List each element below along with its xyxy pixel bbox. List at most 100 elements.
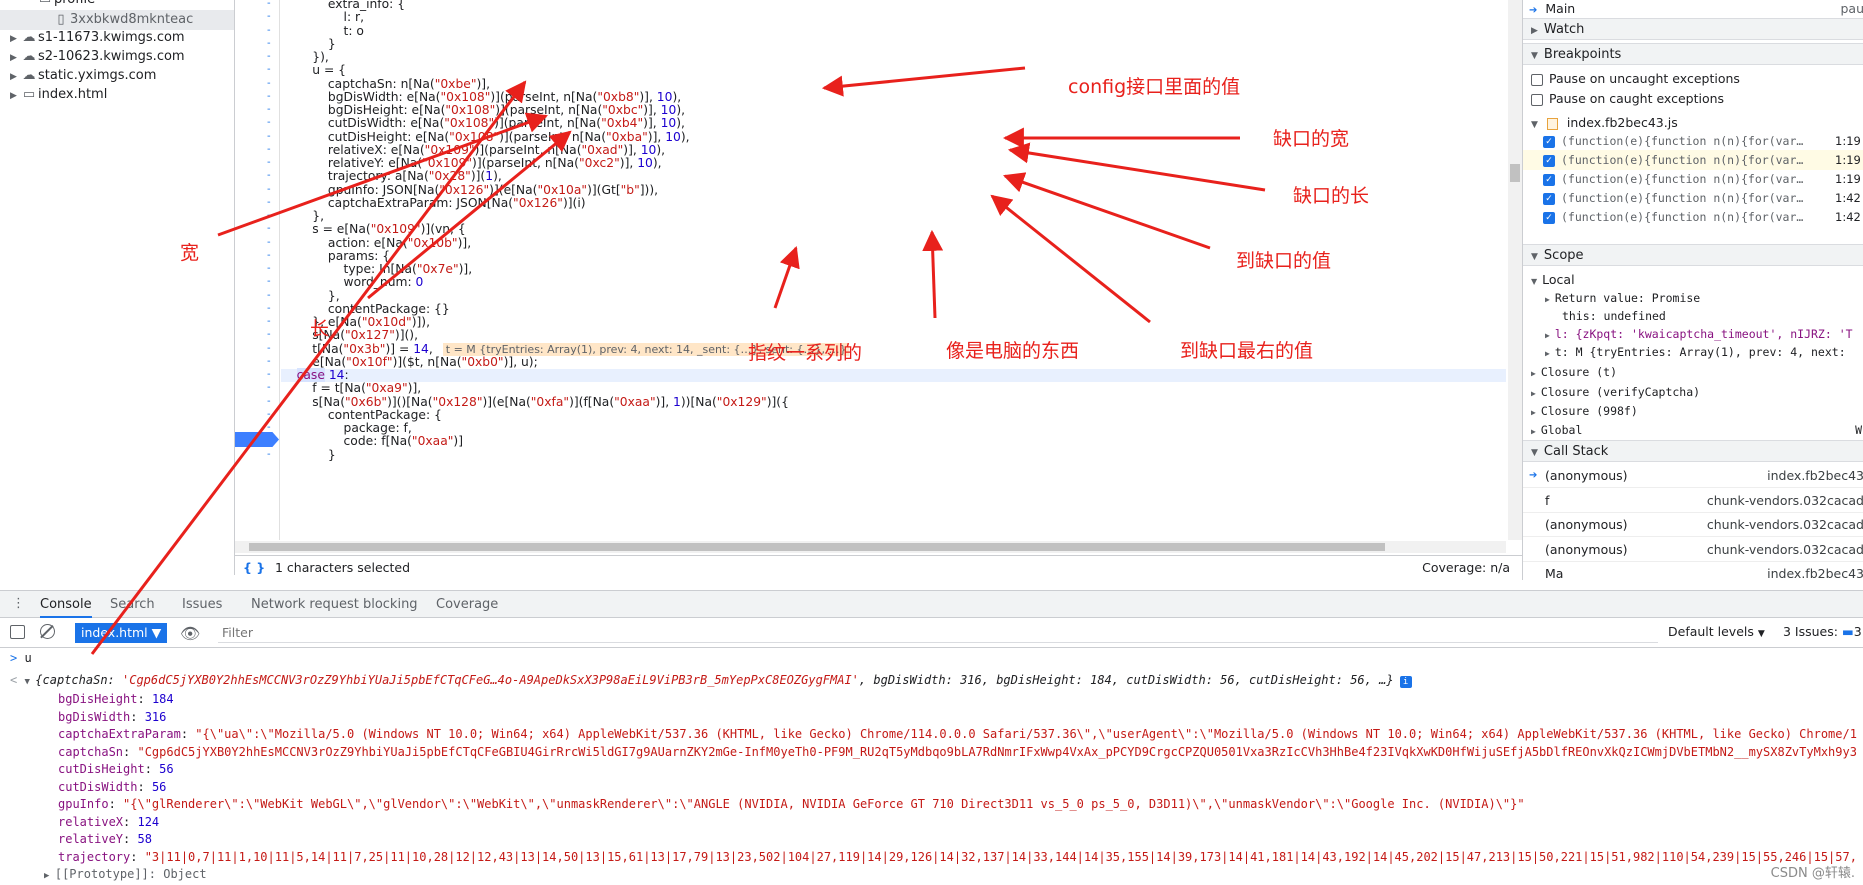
scope-item[interactable]: ▶ l: {zKpqt: 'kwaicaptcha_timeout', nIJRZ… (1523, 324, 1863, 344)
line-marker[interactable]: - (267, 276, 271, 287)
console-property[interactable]: gpuInfo: "{\"glRenderer\":\"WebKit WebGL… (58, 796, 1525, 813)
checkbox-checked[interactable]: ✓ (1543, 211, 1555, 224)
checkbox[interactable] (1531, 93, 1543, 106)
line-marker[interactable]: - (267, 396, 271, 407)
scope-item[interactable]: ▼ Local (1523, 270, 1863, 290)
scope-item[interactable]: ▶ Closure (verifyCaptcha) (1523, 382, 1863, 402)
expand-triangle-icon[interactable]: ▶ (10, 86, 20, 106)
console-property[interactable]: cutDisWidth: 56 (58, 779, 166, 796)
line-marker[interactable]: - (267, 449, 271, 460)
expand-triangle-icon[interactable]: ▶ (10, 29, 20, 49)
expand-triangle-icon[interactable]: ▶ (1545, 295, 1550, 304)
tree-item[interactable]: ▶ ☁ static.yximgs.com (10, 66, 156, 86)
pretty-print-button[interactable]: { } (243, 556, 265, 580)
info-icon[interactable]: i (1399, 676, 1412, 688)
line-gutter[interactable]: ----------------------------------- (235, 0, 280, 540)
line-marker[interactable]: - (267, 409, 271, 420)
scroll-thumb[interactable] (249, 543, 1385, 551)
tree-item[interactable]: ▭profile (26, 0, 95, 10)
call-frame[interactable]: ➔ (anonymous) index.fb2bec43 (1523, 464, 1863, 488)
issues-counter[interactable]: 3 Issues: ▬3 (1783, 624, 1862, 639)
breakpoints-section-header[interactable]: ▼ Breakpoints (1523, 43, 1863, 65)
paused-line-marker[interactable] (235, 432, 279, 447)
expand-triangle-icon[interactable]: ▶ (44, 871, 55, 881)
console-property[interactable]: cutDisHeight: 56 (58, 761, 174, 778)
console-property[interactable]: relativeX: 124 (58, 814, 159, 831)
expand-triangle-icon[interactable]: ▶ (1531, 408, 1536, 417)
line-marker[interactable]: - (267, 356, 271, 367)
tree-item[interactable]: ▶ ☁ s1-11673.kwimgs.com (10, 28, 185, 48)
collapse-triangle-icon[interactable]: ▼ (1531, 277, 1537, 286)
line-marker[interactable]: - (267, 316, 271, 327)
scope-item[interactable]: ▶ Return value: Promise (1523, 288, 1863, 308)
line-marker[interactable]: - (267, 184, 271, 195)
source-editor[interactable]: ----------------------------------- extr… (235, 0, 1522, 555)
clear-console-icon[interactable] (40, 624, 55, 639)
line-marker[interactable]: - (267, 197, 271, 208)
console-property[interactable]: bgDisWidth: 316 (58, 709, 166, 726)
line-marker[interactable]: - (267, 382, 271, 393)
line-marker[interactable]: - (267, 91, 271, 102)
expand-triangle-icon[interactable]: ▶ (10, 67, 20, 87)
expand-triangle-icon[interactable]: ▶ (1545, 349, 1550, 358)
watch-section-header[interactable]: ▶ Watch (1523, 18, 1863, 40)
line-marker[interactable]: - (267, 78, 271, 89)
line-marker[interactable]: - (267, 117, 271, 128)
console-property[interactable]: relativeY: 58 (58, 831, 152, 848)
drawer-menu-icon[interactable]: ⋮ (12, 596, 25, 611)
tree-item[interactable]: ▶ ☁ s2-10623.kwimgs.com (10, 47, 185, 67)
checkbox[interactable] (1531, 73, 1543, 86)
scope-item[interactable]: ▶ Global W (1523, 420, 1863, 440)
call-frame[interactable]: Ma index.fb2bec43 (1523, 562, 1863, 580)
editor-horizontal-scrollbar[interactable] (235, 541, 1506, 553)
line-marker[interactable]: - (267, 250, 271, 261)
line-marker[interactable]: - (267, 369, 271, 380)
log-levels-dropdown[interactable]: Default levels ▼ (1668, 624, 1765, 639)
breakpoint-item[interactable]: ✓ (function(e){function n(n){for(var… 1:19 (1523, 131, 1863, 151)
expand-triangle-icon[interactable]: ▶ (1531, 427, 1536, 436)
line-marker[interactable]: - (267, 210, 271, 221)
collapse-triangle-icon[interactable]: ▼ (24, 677, 35, 687)
call-stack-section-header[interactable]: ▼ Call Stack (1523, 440, 1863, 462)
line-marker[interactable]: - (267, 223, 271, 234)
pause-uncaught-toggle[interactable]: Pause on uncaught exceptions (1523, 69, 1863, 89)
breakpoint-item[interactable]: ✓ (function(e){function n(n){for(var… 1:19 (1523, 169, 1863, 189)
line-marker[interactable]: - (267, 38, 271, 49)
line-marker[interactable]: - (267, 11, 271, 22)
line-marker[interactable]: - (267, 170, 271, 181)
checkbox-checked[interactable]: ✓ (1543, 192, 1555, 205)
console-filter-input[interactable] (218, 623, 1658, 643)
line-marker[interactable]: - (267, 0, 271, 9)
pause-caught-toggle[interactable]: Pause on caught exceptions (1523, 89, 1863, 109)
line-marker[interactable]: - (267, 343, 271, 354)
console-prototype[interactable]: ▶ [[Prototype]]: Object (44, 866, 207, 883)
live-expression-eye-icon[interactable]: 👁 (180, 624, 200, 643)
tree-item[interactable]: ▶ ▭ index.html (10, 85, 107, 105)
line-marker[interactable]: - (267, 131, 271, 142)
scope-item[interactable]: this: undefined (1523, 306, 1863, 326)
line-marker[interactable]: - (267, 290, 271, 301)
checkbox-checked[interactable]: ✓ (1543, 135, 1555, 148)
expand-triangle-icon[interactable]: ▶ (10, 48, 20, 68)
tab-issues[interactable]: Issues (182, 591, 222, 618)
sidebar-toggle-icon[interactable] (10, 625, 25, 639)
call-frame[interactable]: f chunk-vendors.032cacad (1523, 489, 1863, 513)
console-property[interactable]: captchaSn: "Cgp6dC5jYXB0Y2hhEsMCCNV3rOzZ… (58, 744, 1857, 761)
line-marker[interactable]: - (267, 263, 271, 274)
line-marker[interactable]: - (267, 237, 271, 248)
scope-item[interactable]: ▶ Closure (998f) (1523, 401, 1863, 421)
breakpoint-item[interactable]: ✓ (function(e){function n(n){for(var… 1:42 (1523, 188, 1863, 208)
thread-main[interactable]: ➔ Main pau (1523, 0, 1863, 18)
console-property[interactable]: trajectory: "3|11|0,7|11|1,10|11|5,14|11… (58, 849, 1857, 866)
line-marker[interactable]: - (267, 144, 271, 155)
line-marker[interactable]: - (267, 51, 271, 62)
scroll-thumb[interactable] (1510, 164, 1520, 182)
expand-triangle-icon[interactable]: ▶ (1531, 389, 1536, 398)
line-marker[interactable]: - (267, 422, 271, 433)
console-output[interactable]: > u < ▼ {captchaSn: 'Cgp6dC5jYXB0Y2hhEsMC… (0, 648, 1863, 885)
tab-search[interactable]: Search (110, 591, 155, 618)
console-property[interactable]: bgDisHeight: 184 (58, 691, 174, 708)
line-marker[interactable]: - (267, 157, 271, 168)
scope-item[interactable]: ▶ Closure (t) (1523, 362, 1863, 382)
tab-coverage[interactable]: Coverage (436, 591, 498, 618)
